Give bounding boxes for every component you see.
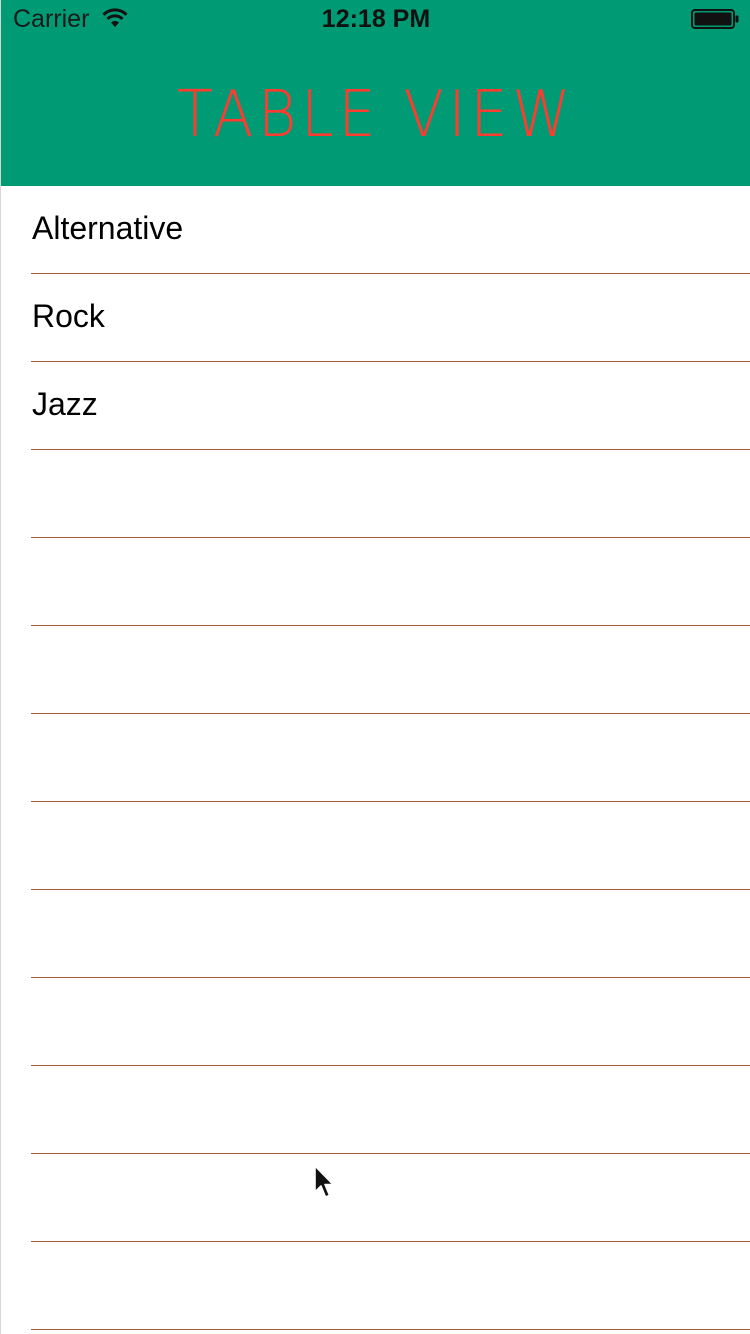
table-row[interactable] [1, 978, 750, 1066]
table-row[interactable] [1, 1154, 750, 1242]
navigation-header: Carrier 12:18 PM TABLE VIEW [1, 0, 750, 186]
table-row-label: Jazz [32, 386, 98, 422]
table-row[interactable] [1, 890, 750, 978]
table-row[interactable]: Jazz [1, 362, 750, 450]
app-screen: Carrier 12:18 PM TABLE VIEW Alternative R… [0, 0, 750, 1334]
table-row[interactable] [1, 1066, 750, 1154]
mouse-pointer-icon [314, 1165, 334, 1198]
table-row[interactable] [1, 538, 750, 626]
table-view[interactable]: Alternative Rock Jazz [1, 186, 750, 1334]
table-row[interactable] [1, 714, 750, 802]
table-row-label: Alternative [32, 210, 184, 246]
table-row[interactable]: Alternative [1, 186, 750, 274]
battery-icon [691, 9, 739, 29]
row-separator [31, 1329, 750, 1330]
page-title: TABLE VIEW [176, 78, 576, 152]
table-row[interactable] [1, 1242, 750, 1330]
table-row[interactable]: Rock [1, 274, 750, 362]
table-row[interactable] [1, 626, 750, 714]
status-bar: Carrier 12:18 PM [1, 0, 750, 40]
status-time: 12:18 PM [321, 5, 431, 33]
table-row-label: Rock [32, 298, 105, 334]
table-row[interactable] [1, 802, 750, 890]
table-row[interactable] [1, 450, 750, 538]
